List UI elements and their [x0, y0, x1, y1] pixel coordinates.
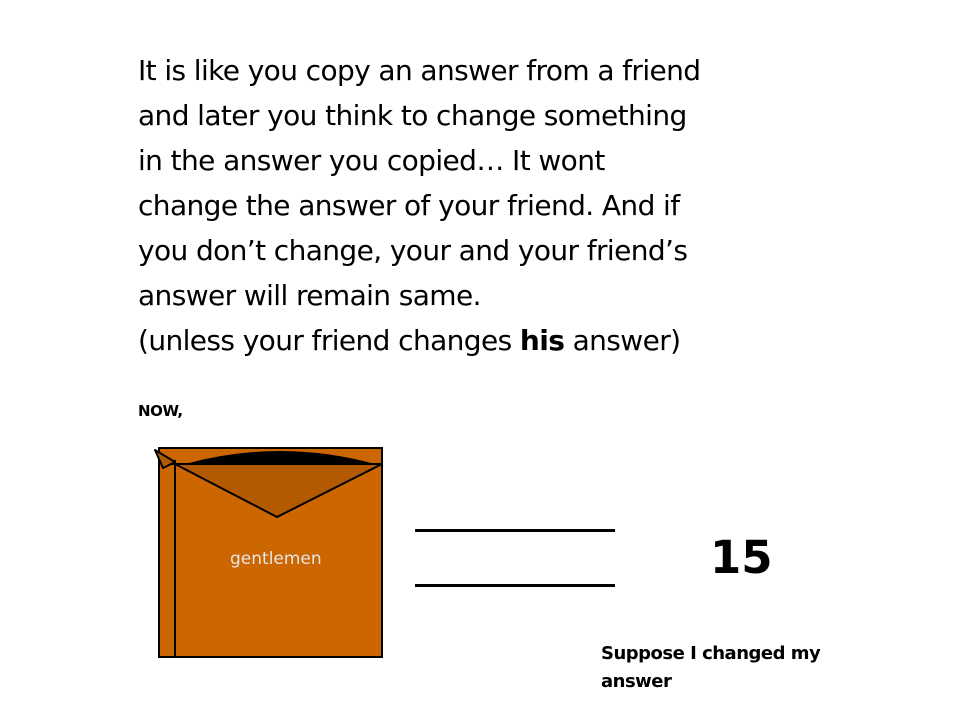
slide: It is like you copy an answer from a fri… [0, 0, 960, 720]
paragraph-text-post: answer) [564, 324, 681, 357]
blank-line [415, 529, 615, 532]
caption-line: Suppose I changed my [601, 643, 821, 664]
box-label: gentlemen [230, 549, 322, 569]
paragraph-line: It is like you copy an answer from a fri… [138, 54, 701, 87]
paragraph-line: you don’t change, your and your friend’s [138, 234, 688, 267]
paragraph-bold-word: his [519, 324, 565, 357]
caption: Suppose I changed my answer [601, 640, 861, 696]
paragraph-line: and later you think to change something [138, 99, 687, 132]
paragraph-line-last: (unless your friend changes his answer) [138, 318, 818, 363]
explanation-paragraph: It is like you copy an answer from a fri… [138, 48, 818, 363]
caption-line: answer [601, 671, 672, 692]
now-label: NOW, [138, 402, 183, 420]
blank-line [415, 584, 615, 587]
paragraph-text-pre: (unless your friend changes [138, 324, 520, 357]
paragraph-line: answer will remain same. [138, 279, 482, 312]
number-value: 15 [710, 531, 773, 584]
paragraph-line: in the answer you copied… It wont [138, 144, 605, 177]
paragraph-line: change the answer of your friend. And if [138, 189, 680, 222]
